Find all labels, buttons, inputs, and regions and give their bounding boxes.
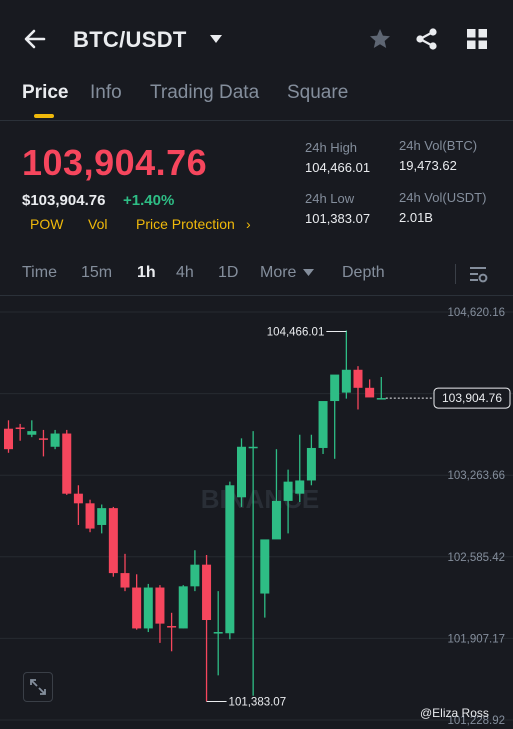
pair-title[interactable]: BTC/USDT: [73, 27, 187, 53]
candle-body: [62, 433, 72, 494]
candle-body: [202, 564, 212, 621]
candle-body: [120, 573, 130, 588]
tab-square[interactable]: Square: [287, 82, 348, 104]
low-label: 24h Low: [305, 191, 355, 206]
back-arrow-icon[interactable]: [22, 26, 48, 52]
candle-body: [97, 508, 107, 525]
vol-usdt-value: 2.01B: [399, 210, 433, 225]
expand-button[interactable]: [23, 672, 53, 702]
candle-body: [283, 481, 293, 501]
y-tick-label: 102,585.42: [447, 552, 505, 564]
vol-usdt-label: 24h Vol(USDT): [399, 190, 487, 205]
candlestick-chart[interactable]: 104,620.16103,941.81103,263.66102,585.42…: [0, 296, 513, 729]
candle-body: [318, 401, 328, 448]
low-value: 101,383.07: [305, 211, 371, 226]
high-marker-label: 104,466.01: [267, 327, 325, 339]
more-dropdown[interactable]: More: [260, 264, 296, 282]
candle-body: [225, 485, 235, 634]
y-tick-label: 104,620.16: [447, 307, 505, 319]
candle-body: [143, 587, 153, 629]
y-tick-label: 103,263.66: [447, 470, 505, 482]
last-price: 103,904.76: [22, 142, 208, 183]
candle-body: [190, 564, 200, 587]
chevron-right-icon[interactable]: ›: [246, 216, 251, 232]
tag-vol[interactable]: Vol: [88, 216, 107, 232]
top-bar: BTC/USDT: [0, 0, 513, 78]
candle-body: [38, 438, 48, 440]
candle-body: [353, 369, 363, 388]
candle-body: [27, 431, 37, 435]
tab-trading-data[interactable]: Trading Data: [150, 82, 259, 104]
candle-body: [376, 398, 386, 400]
more-caret-icon[interactable]: [303, 269, 314, 277]
tag-price-protection[interactable]: Price Protection: [136, 216, 235, 232]
active-tab-indicator: [34, 114, 54, 118]
candle-body: [330, 374, 340, 402]
watermark-credit: @Eliza Ross: [420, 706, 489, 720]
candle-body: [4, 428, 13, 450]
candle-body: [248, 446, 258, 449]
candle-body: [295, 480, 305, 494]
candle-body: [73, 493, 83, 504]
depth-tab[interactable]: Depth: [342, 264, 385, 282]
last-price-label: 103,904.76: [442, 391, 502, 405]
candle-body: [132, 587, 142, 629]
price-change: +1.40%: [123, 192, 175, 209]
chart-settings-icon[interactable]: [468, 264, 488, 284]
candle-body: [260, 539, 270, 594]
vol-btc-value: 19,473.62: [399, 158, 457, 173]
tag-pow[interactable]: POW: [30, 216, 63, 232]
candle-body: [178, 586, 188, 629]
y-tick-label: 101,907.17: [447, 633, 505, 645]
high-value: 104,466.01: [305, 160, 371, 175]
low-marker-label: 101,383.07: [229, 696, 287, 708]
grid-icon[interactable]: [466, 28, 488, 50]
share-icon[interactable]: [414, 26, 440, 52]
candle-body: [306, 447, 316, 481]
candle-body: [50, 433, 60, 447]
candle-body: [213, 632, 223, 634]
candle-body: [85, 503, 95, 529]
tab-price[interactable]: Price: [22, 82, 68, 104]
interval-4h[interactable]: 4h: [176, 264, 194, 282]
interval-15m[interactable]: 15m: [81, 264, 112, 282]
candle-body: [167, 626, 177, 628]
star-icon[interactable]: [368, 27, 392, 51]
interval-1d[interactable]: 1D: [218, 264, 238, 282]
usd-price: $103,904.76: [22, 192, 106, 209]
expand-icon: [30, 679, 46, 695]
candle-body: [271, 500, 281, 540]
candle-body: [237, 446, 246, 498]
tab-info[interactable]: Info: [90, 82, 122, 104]
vol-btc-label: 24h Vol(BTC): [399, 138, 478, 153]
dropdown-caret-icon[interactable]: [208, 31, 224, 47]
tab-bar: Price Info Trading Data Square: [0, 78, 513, 121]
candle-body: [108, 508, 118, 574]
controls-divider: [455, 264, 456, 284]
interval-1h[interactable]: 1h: [137, 264, 156, 282]
interval-time[interactable]: Time: [22, 264, 57, 282]
high-label: 24h High: [305, 140, 358, 155]
candle-body: [155, 587, 165, 624]
candle-body: [365, 387, 375, 398]
candle-body: [15, 427, 25, 430]
candle-body: [341, 369, 351, 393]
